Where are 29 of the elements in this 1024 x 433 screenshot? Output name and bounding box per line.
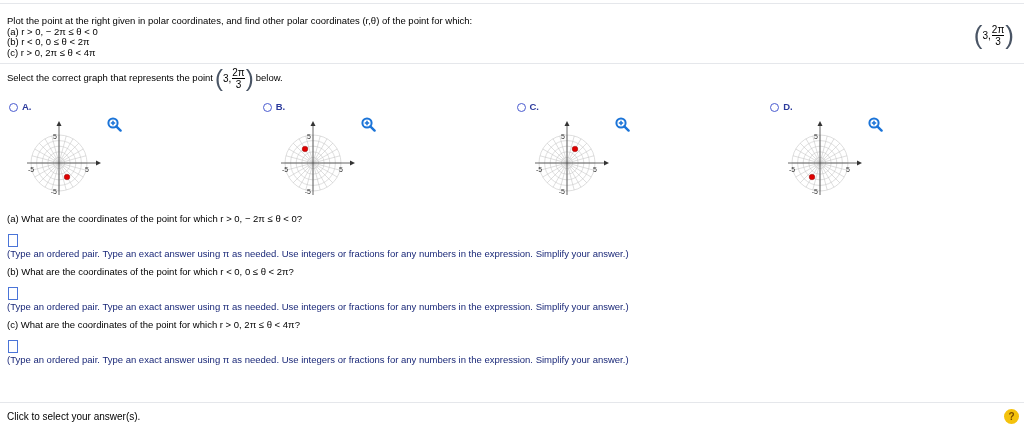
zoom-in-icon[interactable]: [107, 117, 122, 133]
answer-box[interactable]: [8, 234, 18, 248]
instruction-text: Select the correct graph that represents the point: [7, 70, 213, 85]
radio-icon: [9, 102, 18, 112]
hint-text: (Type an ordered pair. Type an exact answer using π as needed. Use integers or fractions for any numbers in the expression. Simplify your answer.): [7, 354, 630, 367]
zoom-in-icon[interactable]: [868, 117, 884, 133]
problem-text: Plot the point at the right given in polar coordinates, and find other polar coordinates (r,θ) of the point for which:: [7, 16, 473, 27]
condition-text: (b) r < 0, 0 ≤ θ < 2π: [7, 37, 91, 48]
answer-option[interactable]: B.: [262, 100, 286, 115]
answer-box[interactable]: [8, 340, 18, 354]
status-text: Click to select your answer(s).: [7, 410, 141, 424]
answer-box[interactable]: [8, 287, 18, 301]
zoom-in-icon[interactable]: [614, 117, 630, 133]
answer-option[interactable]: D.: [770, 100, 793, 115]
help-button[interactable]: ?: [1004, 409, 1019, 424]
answer-option[interactable]: C.: [516, 100, 539, 115]
question-text: (a) What are the coordinates of the point for which r > 0, − 2π ≤ θ < 0?: [7, 212, 304, 227]
radio-icon: [516, 102, 526, 112]
zoom-in-icon[interactable]: [360, 117, 376, 133]
answer-option[interactable]: A.: [9, 100, 32, 115]
radio-icon: [770, 102, 780, 112]
hint-text: (Type an ordered pair. Type an exact answer using π as needed. Use integers or fractions for any numbers in the expression. Simplify your answer.): [7, 248, 630, 261]
instruction-text: below.: [255, 70, 283, 85]
condition-text: (c) r > 0, 2π ≤ θ < 4π: [7, 47, 97, 58]
hint-text: (Type an ordered pair. Type an exact answer using π as needed. Use integers or fractions for any numbers in the expression. Simplify your answer.): [7, 301, 630, 314]
question-text: (b) What are the coordinates of the point for which r < 0, 0 ≤ θ < 2π?: [7, 265, 295, 280]
radio-icon: [262, 102, 272, 112]
question-text: (c) What are the coordinates of the point for which r > 0, 2π ≤ θ < 4π?: [7, 318, 301, 333]
condition-text: (a) r > 0, − 2π ≤ θ < 0: [7, 26, 98, 37]
